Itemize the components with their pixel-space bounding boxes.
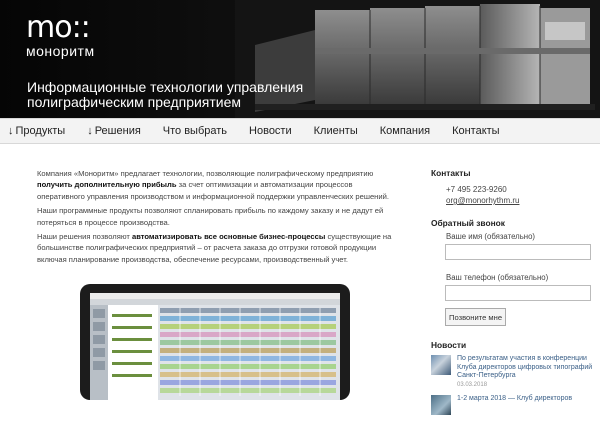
tagline: Информационные технологии управления пол…	[27, 79, 304, 110]
news-thumbnail	[431, 355, 451, 375]
callback-title: Обратный звонок	[431, 218, 505, 228]
main-nav: ↓ Продукты ↓ Решения Что выбрать Новости…	[0, 118, 600, 144]
nav-company[interactable]: Компания	[369, 125, 441, 137]
intro-paragraph: Компания «Моноритм» предлагает технологи…	[37, 169, 389, 201]
callback-form: Обратный звонок Ваше имя (обязательно) В…	[431, 218, 591, 314]
nav-clients[interactable]: Клиенты	[303, 125, 369, 137]
nav-solutions[interactable]: ↓ Решения	[76, 125, 152, 137]
news-date: 03.03.2018	[457, 381, 488, 388]
nav-label: Решения	[94, 125, 141, 137]
hero-banner: mo:: моноритм Информационные технологии …	[0, 0, 600, 118]
contacts-block: Контакты +7 495 223-9260 org@monorhythm.…	[431, 168, 591, 206]
solutions-paragraph: Наши решения позволяют автоматизировать …	[37, 232, 392, 264]
nav-label: Продукты	[15, 125, 66, 137]
news-block: Новости По результатам участия в конфере…	[431, 340, 596, 421]
products-paragraph: Наши программные продукты позволяют спла…	[37, 206, 384, 227]
phone-number[interactable]: +7 495 223-9260	[431, 184, 591, 195]
news-item[interactable]: 1-2 марта 2018 — Клуб директоров	[431, 394, 596, 415]
logo-mark: mo::	[26, 10, 91, 45]
nav-contacts[interactable]: Контакты	[441, 125, 511, 137]
news-thumbnail	[431, 394, 451, 415]
logo-name: моноритм	[26, 43, 95, 59]
nav-news[interactable]: Новости	[238, 125, 303, 137]
arrow-down-icon: ↓	[8, 125, 14, 137]
laptop-app-screenshot	[80, 284, 350, 400]
email-link[interactable]: org@monorhythm.ru	[431, 195, 591, 206]
news-item[interactable]: По результатам участия в конференции Клу…	[431, 355, 596, 389]
arrow-down-icon: ↓	[87, 125, 93, 137]
news-text[interactable]: По результатам участия в конференции Клу…	[457, 355, 596, 381]
name-label: Ваше имя (обязательно)	[446, 232, 535, 241]
name-input[interactable]	[445, 244, 591, 260]
contacts-title: Контакты	[431, 168, 471, 178]
phone-label: Ваш телефон (обязательно)	[446, 273, 549, 282]
nav-what-to-choose[interactable]: Что выбрать	[152, 125, 238, 137]
news-title: Новости	[431, 340, 467, 350]
main-content: Компания «Моноритм» предлагает технологи…	[37, 168, 397, 268]
news-text[interactable]: 1-2 марта 2018 — Клуб директоров	[457, 395, 572, 404]
nav-products[interactable]: ↓ Продукты	[0, 125, 76, 137]
call-me-button[interactable]: Позвоните мне	[445, 308, 507, 326]
logo[interactable]: mo:: моноритм	[26, 10, 95, 60]
phone-input[interactable]	[445, 285, 591, 301]
